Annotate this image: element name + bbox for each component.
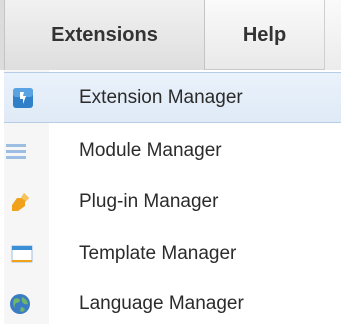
menu-item-extension-manager[interactable]: Extension Manager xyxy=(4,72,341,123)
menu-tab-extensions[interactable]: Extensions xyxy=(4,0,205,70)
module-icon xyxy=(6,143,26,159)
menubar-filler xyxy=(325,0,341,70)
menu-item-language-manager[interactable]: Language Manager xyxy=(4,278,341,324)
menu-item-label: Language Manager xyxy=(79,292,244,314)
language-globe-icon xyxy=(10,293,30,314)
menu-item-label: Extension Manager xyxy=(79,86,243,108)
extension-icon xyxy=(13,87,33,108)
menu-item-module-manager[interactable]: Module Manager xyxy=(4,125,341,176)
template-icon xyxy=(11,245,33,262)
menu-item-plugin-manager[interactable]: Plug-in Manager xyxy=(4,176,341,227)
menu-tab-help[interactable]: Help xyxy=(205,0,325,70)
menu-item-label: Plug-in Manager xyxy=(79,190,219,212)
menubar: Extensions Help xyxy=(0,0,341,70)
menu-item-label: Template Manager xyxy=(79,242,237,264)
extensions-dropdown-menu: Extension Manager Module Manager Plug-in… xyxy=(4,70,341,324)
menu-item-template-manager[interactable]: Template Manager xyxy=(4,228,341,279)
menu-item-label: Module Manager xyxy=(79,139,222,161)
plugin-icon xyxy=(12,192,29,211)
extensions-menu-screenshot: Extensions Help Extension Manager Module… xyxy=(0,0,341,324)
